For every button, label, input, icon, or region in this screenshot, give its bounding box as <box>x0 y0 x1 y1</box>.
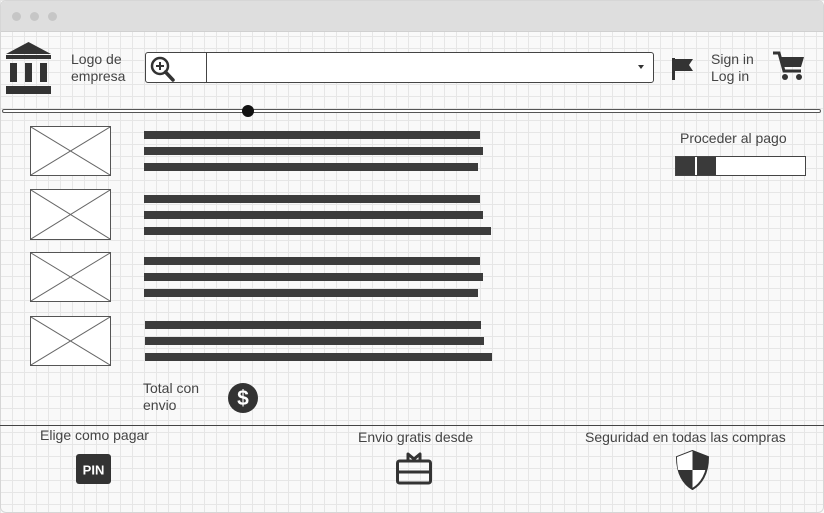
footer-divider <box>0 425 824 426</box>
checkout-progress-bar <box>675 156 806 176</box>
sign-in-link[interactable]: Sign in <box>711 51 754 68</box>
product-image-placeholder[interactable] <box>30 252 111 302</box>
window-titlebar <box>1 1 823 32</box>
cart-icon[interactable] <box>773 51 805 81</box>
product-text-line <box>144 257 480 265</box>
window-dot[interactable] <box>48 12 57 21</box>
logo-text-line: Logo de <box>71 51 122 67</box>
dollar-icon[interactable]: $ <box>227 382 259 414</box>
bank-icon[interactable] <box>4 42 53 95</box>
shield-icon[interactable] <box>675 449 710 491</box>
total-label-line: envio <box>143 397 177 413</box>
log-in-link[interactable]: Log in <box>711 68 754 85</box>
product-text-line <box>145 353 492 361</box>
product-text-line <box>145 337 484 345</box>
product-text-line <box>144 131 480 139</box>
total-label-line: Total con <box>143 380 200 396</box>
proceed-to-pay-label[interactable]: Proceder al pago <box>680 130 787 146</box>
svg-text:$: $ <box>237 387 249 410</box>
payment-method-label: Elige como pagar <box>40 427 149 443</box>
account-links: Sign in Log in <box>711 51 754 85</box>
product-image-placeholder[interactable] <box>30 126 111 176</box>
product-image-placeholder[interactable] <box>30 316 111 366</box>
flag-icon[interactable] <box>672 58 694 80</box>
slider-track[interactable] <box>2 109 821 113</box>
window-dot[interactable] <box>30 12 39 21</box>
logo-text-line: empresa <box>71 68 126 84</box>
product-text-line <box>145 321 481 329</box>
product-text-line <box>144 289 478 297</box>
product-text-line <box>144 195 480 203</box>
search-bar[interactable] <box>145 52 654 83</box>
slider-thumb[interactable] <box>241 105 254 117</box>
pin-icon[interactable]: PIN <box>76 454 111 484</box>
product-text-line <box>144 147 483 155</box>
window-dot[interactable] <box>12 12 21 21</box>
pin-icon-text: PIN <box>83 463 105 478</box>
search-divider <box>206 53 207 82</box>
gift-icon[interactable] <box>396 452 432 485</box>
product-text-line <box>144 211 483 219</box>
security-label: Seguridad en todas las compras <box>585 429 786 445</box>
product-text-line <box>144 273 483 281</box>
product-text-line <box>144 227 491 235</box>
progress-separator <box>695 157 697 175</box>
product-image-placeholder[interactable] <box>30 189 111 240</box>
free-shipping-label: Envio gratis desde <box>358 429 474 445</box>
zoom-in-icon[interactable] <box>147 54 177 82</box>
company-logo-text: Logo de empresa <box>71 51 125 85</box>
product-text-line <box>144 163 478 171</box>
chevron-down-icon[interactable] <box>638 65 644 69</box>
total-label: Total con envio <box>143 380 199 414</box>
search-input[interactable] <box>210 57 630 77</box>
